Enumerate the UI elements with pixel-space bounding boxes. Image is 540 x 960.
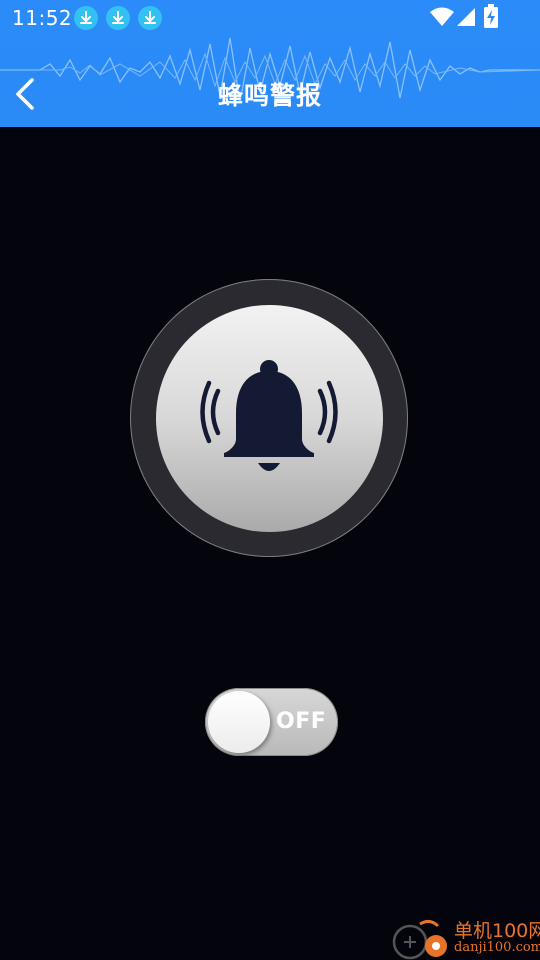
download-icon — [74, 6, 98, 30]
download-icon — [138, 6, 162, 30]
wifi-icon — [430, 7, 454, 31]
alarm-toggle-switch[interactable]: OFF — [205, 688, 338, 756]
app-header: 11:52 蜂鸣警报 — [0, 0, 540, 127]
status-bar: 11:52 — [0, 0, 540, 38]
bell-ringing-icon — [200, 360, 338, 471]
watermark-brand: 单机100网 — [454, 920, 540, 942]
watermark: 单机100网 danji100.com — [390, 912, 540, 960]
status-time: 11:52 — [12, 6, 73, 30]
battery-charging-icon — [484, 4, 498, 32]
danji-logo-icon — [392, 919, 447, 960]
signal-icon — [456, 7, 476, 31]
watermark-url: danji100.com — [454, 940, 540, 955]
toggle-knob[interactable] — [208, 691, 270, 753]
page-title: 蜂鸣警报 — [217, 81, 322, 110]
toggle-state-label: OFF — [276, 709, 327, 734]
download-icon — [106, 6, 130, 30]
